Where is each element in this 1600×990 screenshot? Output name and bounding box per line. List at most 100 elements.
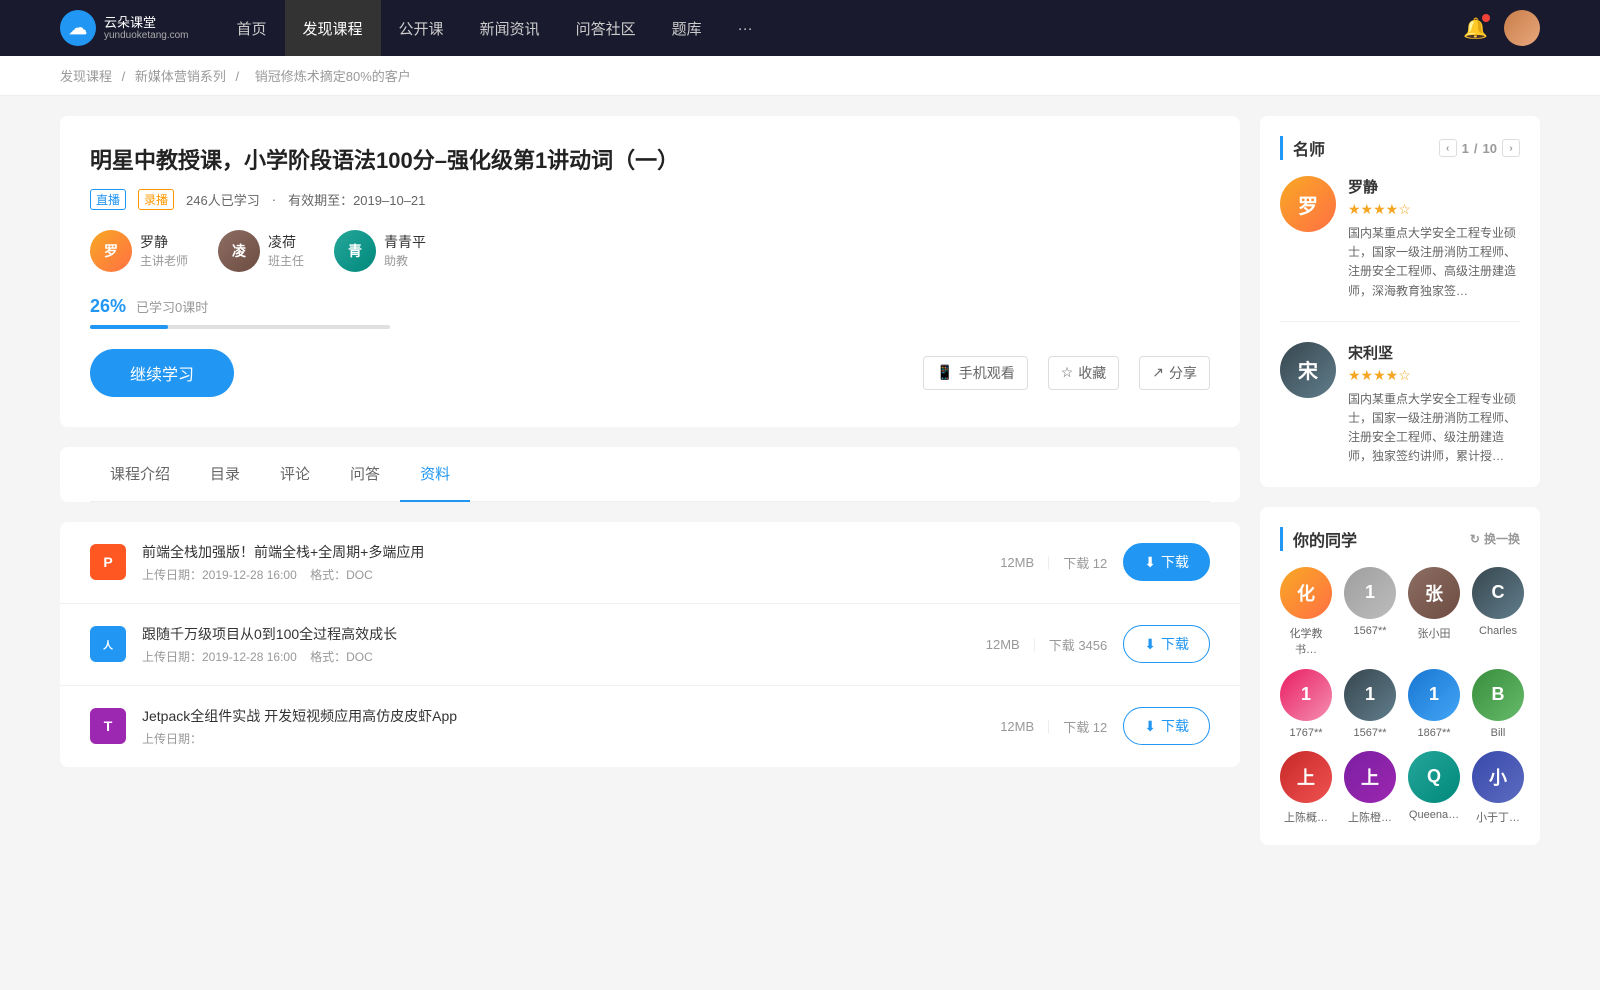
teacher-item-0: 罗 罗静 ★★★★☆ 国内某重点大学安全工程专业硕士，国家一级注册消防工程师、注… [1280, 176, 1520, 322]
nav-item-quiz[interactable]: 题库 [654, 0, 720, 56]
file-stats-1: 12MB ｜ 下载 3456 [986, 635, 1108, 654]
tab-review[interactable]: 评论 [260, 447, 330, 502]
mobile-icon: 📱 [936, 364, 953, 381]
classmates-card: 你的同学 ↻ 换一换 化 化学教书… 1 1567** 张 张小田 [1260, 507, 1540, 845]
teachers-title: 名师 ‹ 1 / 10 › [1280, 136, 1520, 160]
nav-item-qa[interactable]: 问答社区 [558, 0, 654, 56]
file-stats-2: 12MB ｜ 下载 12 [1000, 717, 1107, 736]
nav-items: 首页 发现课程 公开课 新闻资讯 问答社区 题库 ··· [219, 0, 1464, 56]
file-size-0: 12MB [1000, 555, 1034, 570]
classmate-5-avatar[interactable]: 1 [1344, 669, 1396, 721]
download-button-1[interactable]: ⬇ 下载 [1123, 625, 1210, 663]
classmate-3-avatar[interactable]: C [1472, 567, 1524, 619]
classmate-6-name: 1867** [1417, 727, 1450, 739]
classmate-4-avatar[interactable]: 1 [1280, 669, 1332, 721]
classmate-8-name: 上陈概… [1284, 809, 1328, 825]
teacher-0-avatar: 罗 [1280, 176, 1336, 232]
classmate-1-avatar[interactable]: 1 [1344, 567, 1396, 619]
tab-catalog[interactable]: 目录 [190, 447, 260, 502]
next-teacher-button[interactable]: › [1502, 139, 1520, 157]
classmates-label: 你的同学 [1293, 527, 1357, 551]
nav-right: 🔔 [1463, 10, 1540, 46]
user-avatar[interactable] [1504, 10, 1540, 46]
logo-text-block: 云朵课堂 yunduoketang.com [104, 15, 189, 42]
classmate-11-avatar[interactable]: 小 [1472, 751, 1524, 803]
file-item-0: P 前端全栈加强版！前端全栈+全周期+多端应用 上传日期：2019-12-28 … [60, 522, 1240, 604]
teacher-0-desc: 国内某重点大学安全工程专业硕士，国家一级注册消防工程师、注册安全工程师、高级注册… [1348, 224, 1520, 301]
course-card: 明星中教授课，小学阶段语法100分–强化级第1讲动词（一） 直播 录播 246人… [60, 116, 1240, 427]
file-info-0: 前端全栈加强版！前端全栈+全周期+多端应用 上传日期：2019-12-28 16… [142, 542, 984, 583]
refresh-label: 换一换 [1484, 530, 1520, 547]
nav-item-open[interactable]: 公开课 [381, 0, 462, 56]
classmate-9-name: 上陈橙… [1348, 809, 1392, 825]
nav-item-discover[interactable]: 发现课程 [285, 0, 381, 56]
classmate-6-avatar[interactable]: 1 [1408, 669, 1460, 721]
file-info-2: Jetpack全组件实战 开发短视频应用高仿皮皮虾App 上传日期： [142, 706, 984, 747]
classmate-8-avatar[interactable]: 上 [1280, 751, 1332, 803]
classmate-5-name: 1567** [1353, 727, 1386, 739]
instructor-2-role: 助教 [384, 252, 426, 269]
instructor-0-role: 主讲老师 [140, 252, 188, 269]
tabs: 课程介绍 目录 评论 问答 资料 [90, 447, 1210, 502]
classmate-2-avatar[interactable]: 张 [1408, 567, 1460, 619]
file-meta-1: 上传日期：2019-12-28 16:00 格式：DOC [142, 648, 970, 665]
action-links: 📱 手机观看 ☆ 收藏 ↗ 分享 [923, 356, 1210, 390]
nav-item-news[interactable]: 新闻资讯 [462, 0, 558, 56]
share-button[interactable]: ↗ 分享 [1139, 356, 1210, 390]
teacher-0-info: 罗静 ★★★★☆ 国内某重点大学安全工程专业硕士，国家一级注册消防工程师、注册安… [1348, 176, 1520, 301]
file-date-2: 上传日期： [142, 732, 202, 746]
instructor-2-name: 青青平 [384, 232, 426, 252]
instructor-0-info: 罗静 主讲老师 [140, 232, 188, 269]
classmate-11-name: 小于丁… [1476, 809, 1520, 825]
instructor-1-name: 凌荷 [268, 232, 304, 252]
file-name-0: 前端全栈加强版！前端全栈+全周期+多端应用 [142, 542, 984, 562]
continue-button[interactable]: 继续学习 [90, 349, 234, 397]
logo[interactable]: ☁ 云朵课堂 yunduoketang.com [60, 10, 189, 46]
badge-live: 直播 [90, 189, 126, 210]
teachers-pagination: ‹ 1 / 10 › [1439, 139, 1520, 157]
classmate-5: 1 1567** [1344, 669, 1396, 739]
download-button-2[interactable]: ⬇ 下载 [1123, 707, 1210, 745]
classmate-7-name: Bill [1491, 727, 1506, 739]
mobile-watch-button[interactable]: 📱 手机观看 [923, 356, 1027, 390]
classmate-10-avatar[interactable]: Q [1408, 751, 1460, 803]
file-info-1: 跟随千万级项目从0到100全过程高效成长 上传日期：2019-12-28 16:… [142, 624, 970, 665]
prev-teacher-button[interactable]: ‹ [1439, 139, 1457, 157]
tab-intro[interactable]: 课程介绍 [90, 447, 190, 502]
notification-dot [1482, 14, 1490, 22]
breadcrumb-item-0[interactable]: 发现课程 [60, 69, 112, 84]
classmate-0-name: 化学教书… [1280, 625, 1332, 657]
instructor-0: 罗 罗静 主讲老师 [90, 230, 188, 272]
classmate-4: 1 1767** [1280, 669, 1332, 739]
share-label: 分享 [1169, 363, 1197, 383]
learners-count: 246人已学习 [186, 190, 260, 209]
content-area: 明星中教授课，小学阶段语法100分–强化级第1讲动词（一） 直播 录播 246人… [60, 116, 1240, 865]
file-name-2: Jetpack全组件实战 开发短视频应用高仿皮皮虾App [142, 706, 984, 726]
notification-bell[interactable]: 🔔 [1463, 16, 1488, 41]
logo-name: 云朵课堂 [104, 15, 189, 31]
refresh-button[interactable]: ↻ 换一换 [1470, 530, 1520, 547]
tab-resources[interactable]: 资料 [400, 447, 470, 502]
classmate-0-avatar[interactable]: 化 [1280, 567, 1332, 619]
breadcrumb-sep-1: / [236, 69, 243, 84]
nav-item-more[interactable]: ··· [720, 0, 771, 56]
file-name-1: 跟随千万级项目从0到100全过程高效成长 [142, 624, 970, 644]
instructor-1-role: 班主任 [268, 252, 304, 269]
file-downloads-1: 下载 3456 [1049, 635, 1108, 654]
file-stats-0: 12MB ｜ 下载 12 [1000, 553, 1107, 572]
favorite-button[interactable]: ☆ 收藏 [1048, 356, 1120, 390]
classmate-7-avatar[interactable]: B [1472, 669, 1524, 721]
download-button-0[interactable]: ⬇ 下载 [1123, 543, 1210, 581]
classmate-2: 张 张小田 [1408, 567, 1460, 657]
tab-qa[interactable]: 问答 [330, 447, 400, 502]
file-format-1: 格式：DOC [310, 650, 373, 664]
progress-bar-fill [90, 325, 168, 329]
breadcrumb-item-1[interactable]: 新媒体营销系列 [135, 69, 226, 84]
file-icon-0: P [90, 544, 126, 580]
classmate-9-avatar[interactable]: 上 [1344, 751, 1396, 803]
logo-sub: yunduoketang.com [104, 30, 189, 41]
breadcrumb-item-2: 销冠修炼术摘定80%的客户 [255, 69, 411, 84]
tabs-card: 课程介绍 目录 评论 问答 资料 [60, 447, 1240, 502]
nav-item-home[interactable]: 首页 [219, 0, 285, 56]
breadcrumb-sep-0: / [122, 69, 129, 84]
